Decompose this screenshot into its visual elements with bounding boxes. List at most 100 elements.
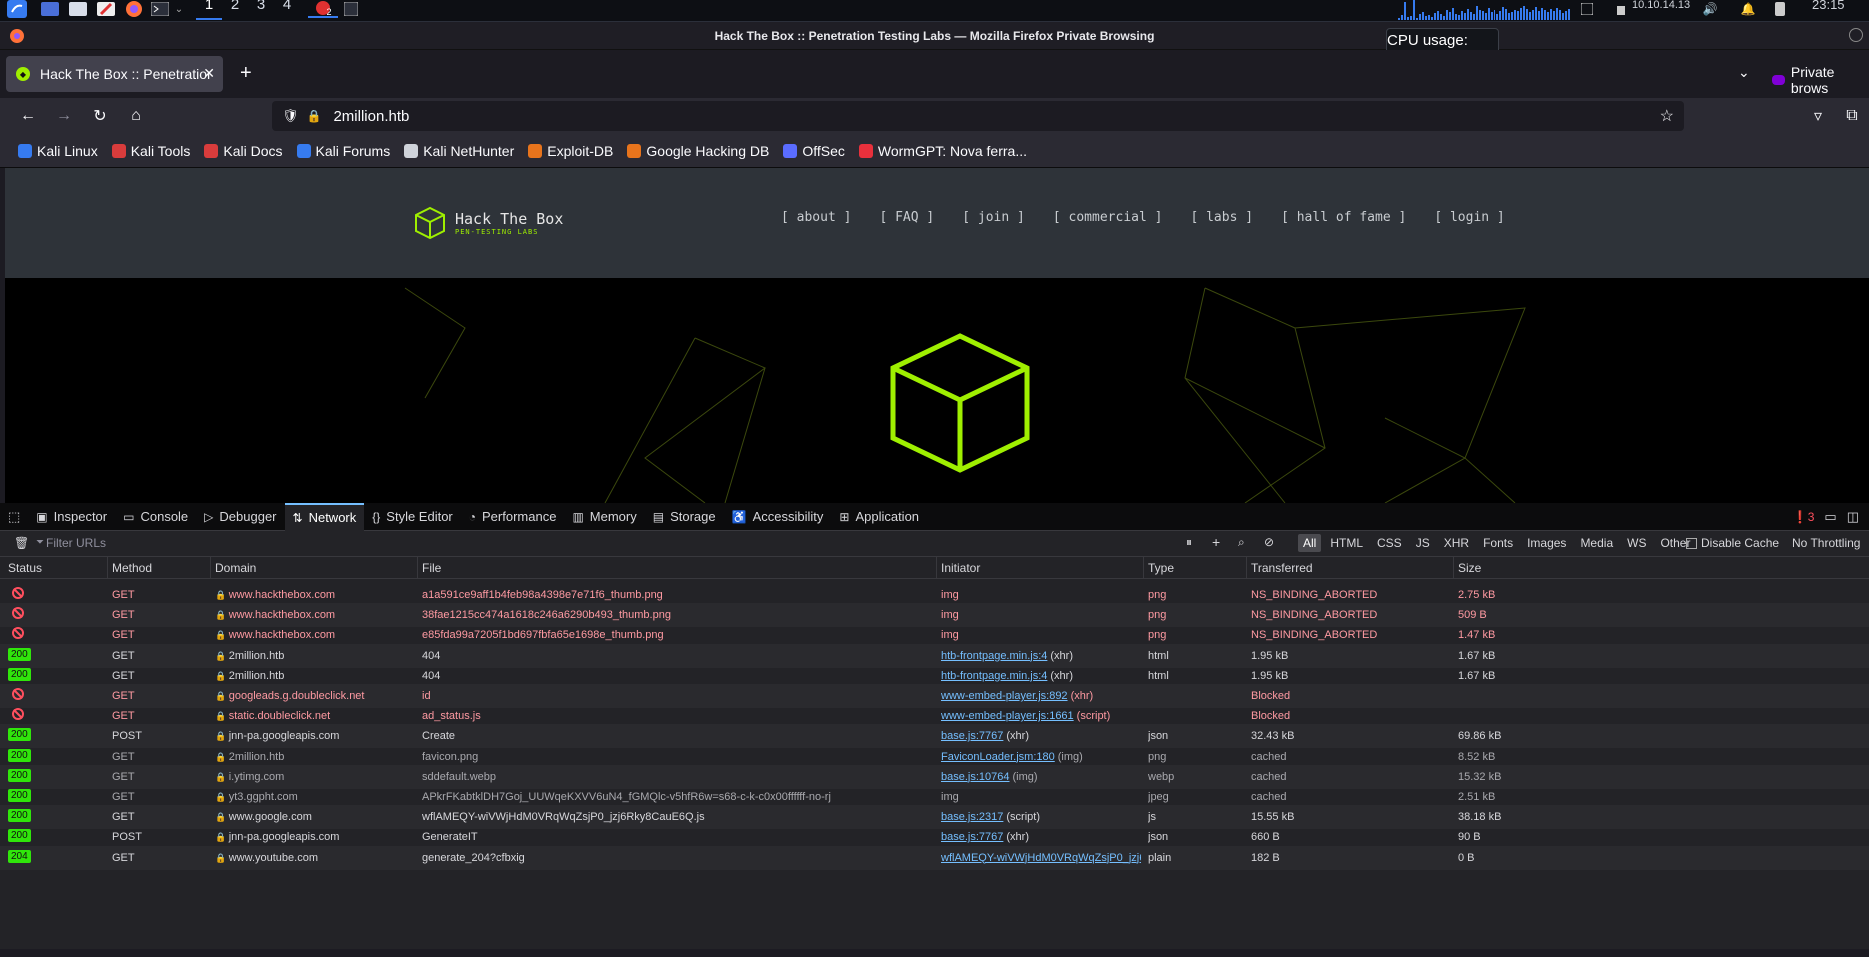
workspace-icon[interactable] [40, 0, 60, 18]
initiator-link[interactable]: base.js:10764 [941, 771, 1010, 783]
tab-style-editor[interactable]: {} Style Editor [364, 503, 461, 531]
column-separator[interactable] [107, 557, 108, 579]
column-header-method[interactable]: Method [112, 561, 152, 575]
disable-cache-checkbox[interactable]: Disable Cache [1686, 536, 1779, 550]
initiator-link[interactable]: base.js:2317 [941, 811, 1003, 823]
tab-memory[interactable]: ▥ Memory [564, 503, 644, 531]
tab-accessibility[interactable]: ♿ Accessibility [724, 503, 832, 531]
tab-console[interactable]: ▭ Console [115, 503, 196, 531]
cpu-graph[interactable] [1398, 0, 1571, 20]
kali-menu-icon[interactable] [6, 0, 28, 18]
initiator-link[interactable]: htb-frontpage.min.js:4 [941, 650, 1047, 662]
nav-labs-link[interactable]: [ labs ] [1190, 210, 1253, 225]
type-filter-html[interactable]: HTML [1325, 534, 1368, 552]
responsive-design-icon[interactable]: ▭ [1824, 509, 1836, 525]
firefox-icon[interactable] [124, 0, 144, 18]
column-header-domain[interactable]: Domain [215, 561, 256, 575]
tab-application[interactable]: ⊞ Application [831, 503, 927, 531]
initiator-link[interactable]: FaviconLoader.jsm:180 [941, 751, 1055, 763]
url-text[interactable]: 2million.htb [333, 108, 409, 125]
add-icon[interactable]: + [1212, 534, 1220, 550]
file-manager-icon[interactable] [68, 0, 88, 18]
bell-icon[interactable]: 🔔 [1740, 0, 1756, 18]
column-separator[interactable] [417, 557, 418, 579]
nav-commercial-link[interactable]: [ commercial ] [1053, 210, 1163, 225]
tab-network[interactable]: ⇅ Network [284, 502, 365, 531]
volume-icon[interactable]: 🔊 [1702, 0, 1718, 18]
column-separator[interactable] [1453, 557, 1454, 579]
initiator-link[interactable]: www-embed-player.js:892 [941, 690, 1068, 702]
tracking-shield-icon[interactable]: 🛡 [282, 108, 299, 124]
column-separator[interactable] [936, 557, 937, 579]
type-filter-xhr[interactable]: XHR [1439, 534, 1474, 552]
bookmark-item[interactable]: WormGPT: Nova ferra... [858, 143, 1027, 159]
bookmark-item[interactable]: Kali Forums [296, 143, 390, 159]
list-tabs-chevron-icon[interactable]: ⌄ [1738, 64, 1750, 81]
workspace-4[interactable]: 4 [274, 0, 300, 20]
column-separator[interactable] [1246, 557, 1247, 579]
tab-debugger[interactable]: ▷ Debugger [196, 503, 284, 531]
forward-button[interactable]: → [52, 104, 76, 128]
checkbox-box[interactable] [1686, 537, 1697, 549]
url-bar[interactable]: 🛡 🔒 2million.htb ☆ [272, 101, 1684, 131]
extensions-icon[interactable]: ⧉ [1840, 104, 1864, 128]
column-header-status[interactable]: Status [8, 561, 42, 575]
terminal-window-button[interactable] [342, 0, 360, 18]
initiator-link[interactable]: base.js:7767 [941, 831, 1003, 843]
filter-urls-input[interactable]: Filter URLs [46, 536, 106, 550]
initiator-link[interactable]: www-embed-player.js:1661 [941, 710, 1074, 722]
tab-performance[interactable]: ◔ Performance [461, 503, 565, 531]
tab-storage[interactable]: ▤ Storage [645, 503, 724, 531]
column-header-size[interactable]: Size [1458, 561, 1481, 575]
type-filter-css[interactable]: CSS [1372, 534, 1407, 552]
bookmark-item[interactable]: Exploit-DB [528, 143, 613, 159]
nav-hall-of-fame-link[interactable]: [ hall of fame ] [1281, 210, 1406, 225]
column-header-type[interactable]: Type [1148, 561, 1174, 575]
column-header-transferred[interactable]: Transferred [1251, 561, 1313, 575]
bookmark-item[interactable]: Google Hacking DB [627, 143, 769, 159]
type-filter-js[interactable]: JS [1411, 534, 1435, 552]
workspace-3[interactable]: 3 [248, 0, 274, 20]
type-filter-fonts[interactable]: Fonts [1478, 534, 1518, 552]
block-icon[interactable]: ⊘ [1264, 535, 1274, 549]
throttling-select[interactable]: No Throttling [1792, 536, 1860, 550]
type-filter-images[interactable]: Images [1522, 534, 1571, 552]
chevron-down-icon[interactable]: ⌄ [172, 0, 186, 18]
type-filter-all[interactable]: All [1298, 534, 1322, 552]
bookmark-item[interactable]: Kali Tools [111, 143, 190, 159]
bookmark-item[interactable]: Kali Docs [204, 143, 283, 159]
clock[interactable]: 23:15 [1812, 0, 1845, 11]
error-indicator[interactable]: ❗3 [1793, 510, 1815, 524]
nav-about-link[interactable]: [ about ] [781, 210, 851, 225]
lock-broken-icon[interactable]: 🔒 [307, 109, 322, 123]
text-editor-icon[interactable] [96, 0, 116, 18]
tab-inspector[interactable]: ▣ Inspector [28, 503, 115, 531]
nav-login-link[interactable]: [ login ] [1434, 210, 1504, 225]
window-close-icon[interactable] [1849, 28, 1863, 42]
workspace-1[interactable]: 1 [196, 0, 222, 20]
nav-join-link[interactable]: [ join ] [962, 210, 1025, 225]
initiator-link[interactable]: wflAMEQY-wiVWjHdM0VRqWqZsjP0_jzj6Rky... [941, 852, 1141, 864]
workspace-2[interactable]: 2 [222, 0, 248, 20]
firefox-window-button[interactable]: 2 [308, 0, 338, 18]
column-header-file[interactable]: File [422, 561, 441, 575]
home-button[interactable]: ⌂ [124, 104, 148, 128]
bookmark-item[interactable]: Kali Linux [18, 143, 98, 159]
element-picker-icon[interactable]: ⬚ [0, 503, 28, 531]
column-separator[interactable] [1143, 557, 1144, 579]
column-header-initiator[interactable]: Initiator [941, 561, 980, 575]
pause-icon[interactable]: ⏸ [1186, 535, 1192, 550]
terminal-icon[interactable] [150, 0, 170, 18]
type-filter-media[interactable]: Media [1575, 534, 1618, 552]
nav-faq-link[interactable]: [ FAQ ] [879, 210, 934, 225]
horizontal-scrollbar[interactable] [0, 949, 1869, 957]
battery-icon[interactable] [1772, 0, 1788, 18]
type-filter-ws[interactable]: WS [1622, 534, 1651, 552]
reload-button[interactable]: ↻ [88, 104, 112, 128]
initiator-link[interactable]: base.js:7767 [941, 730, 1003, 742]
bookmark-item[interactable]: OffSec [783, 143, 845, 159]
back-button[interactable]: ← [16, 104, 40, 128]
network-icon[interactable] [1580, 0, 1594, 18]
pocket-icon[interactable]: ▿ [1806, 104, 1830, 128]
new-tab-button[interactable]: + [240, 62, 252, 85]
